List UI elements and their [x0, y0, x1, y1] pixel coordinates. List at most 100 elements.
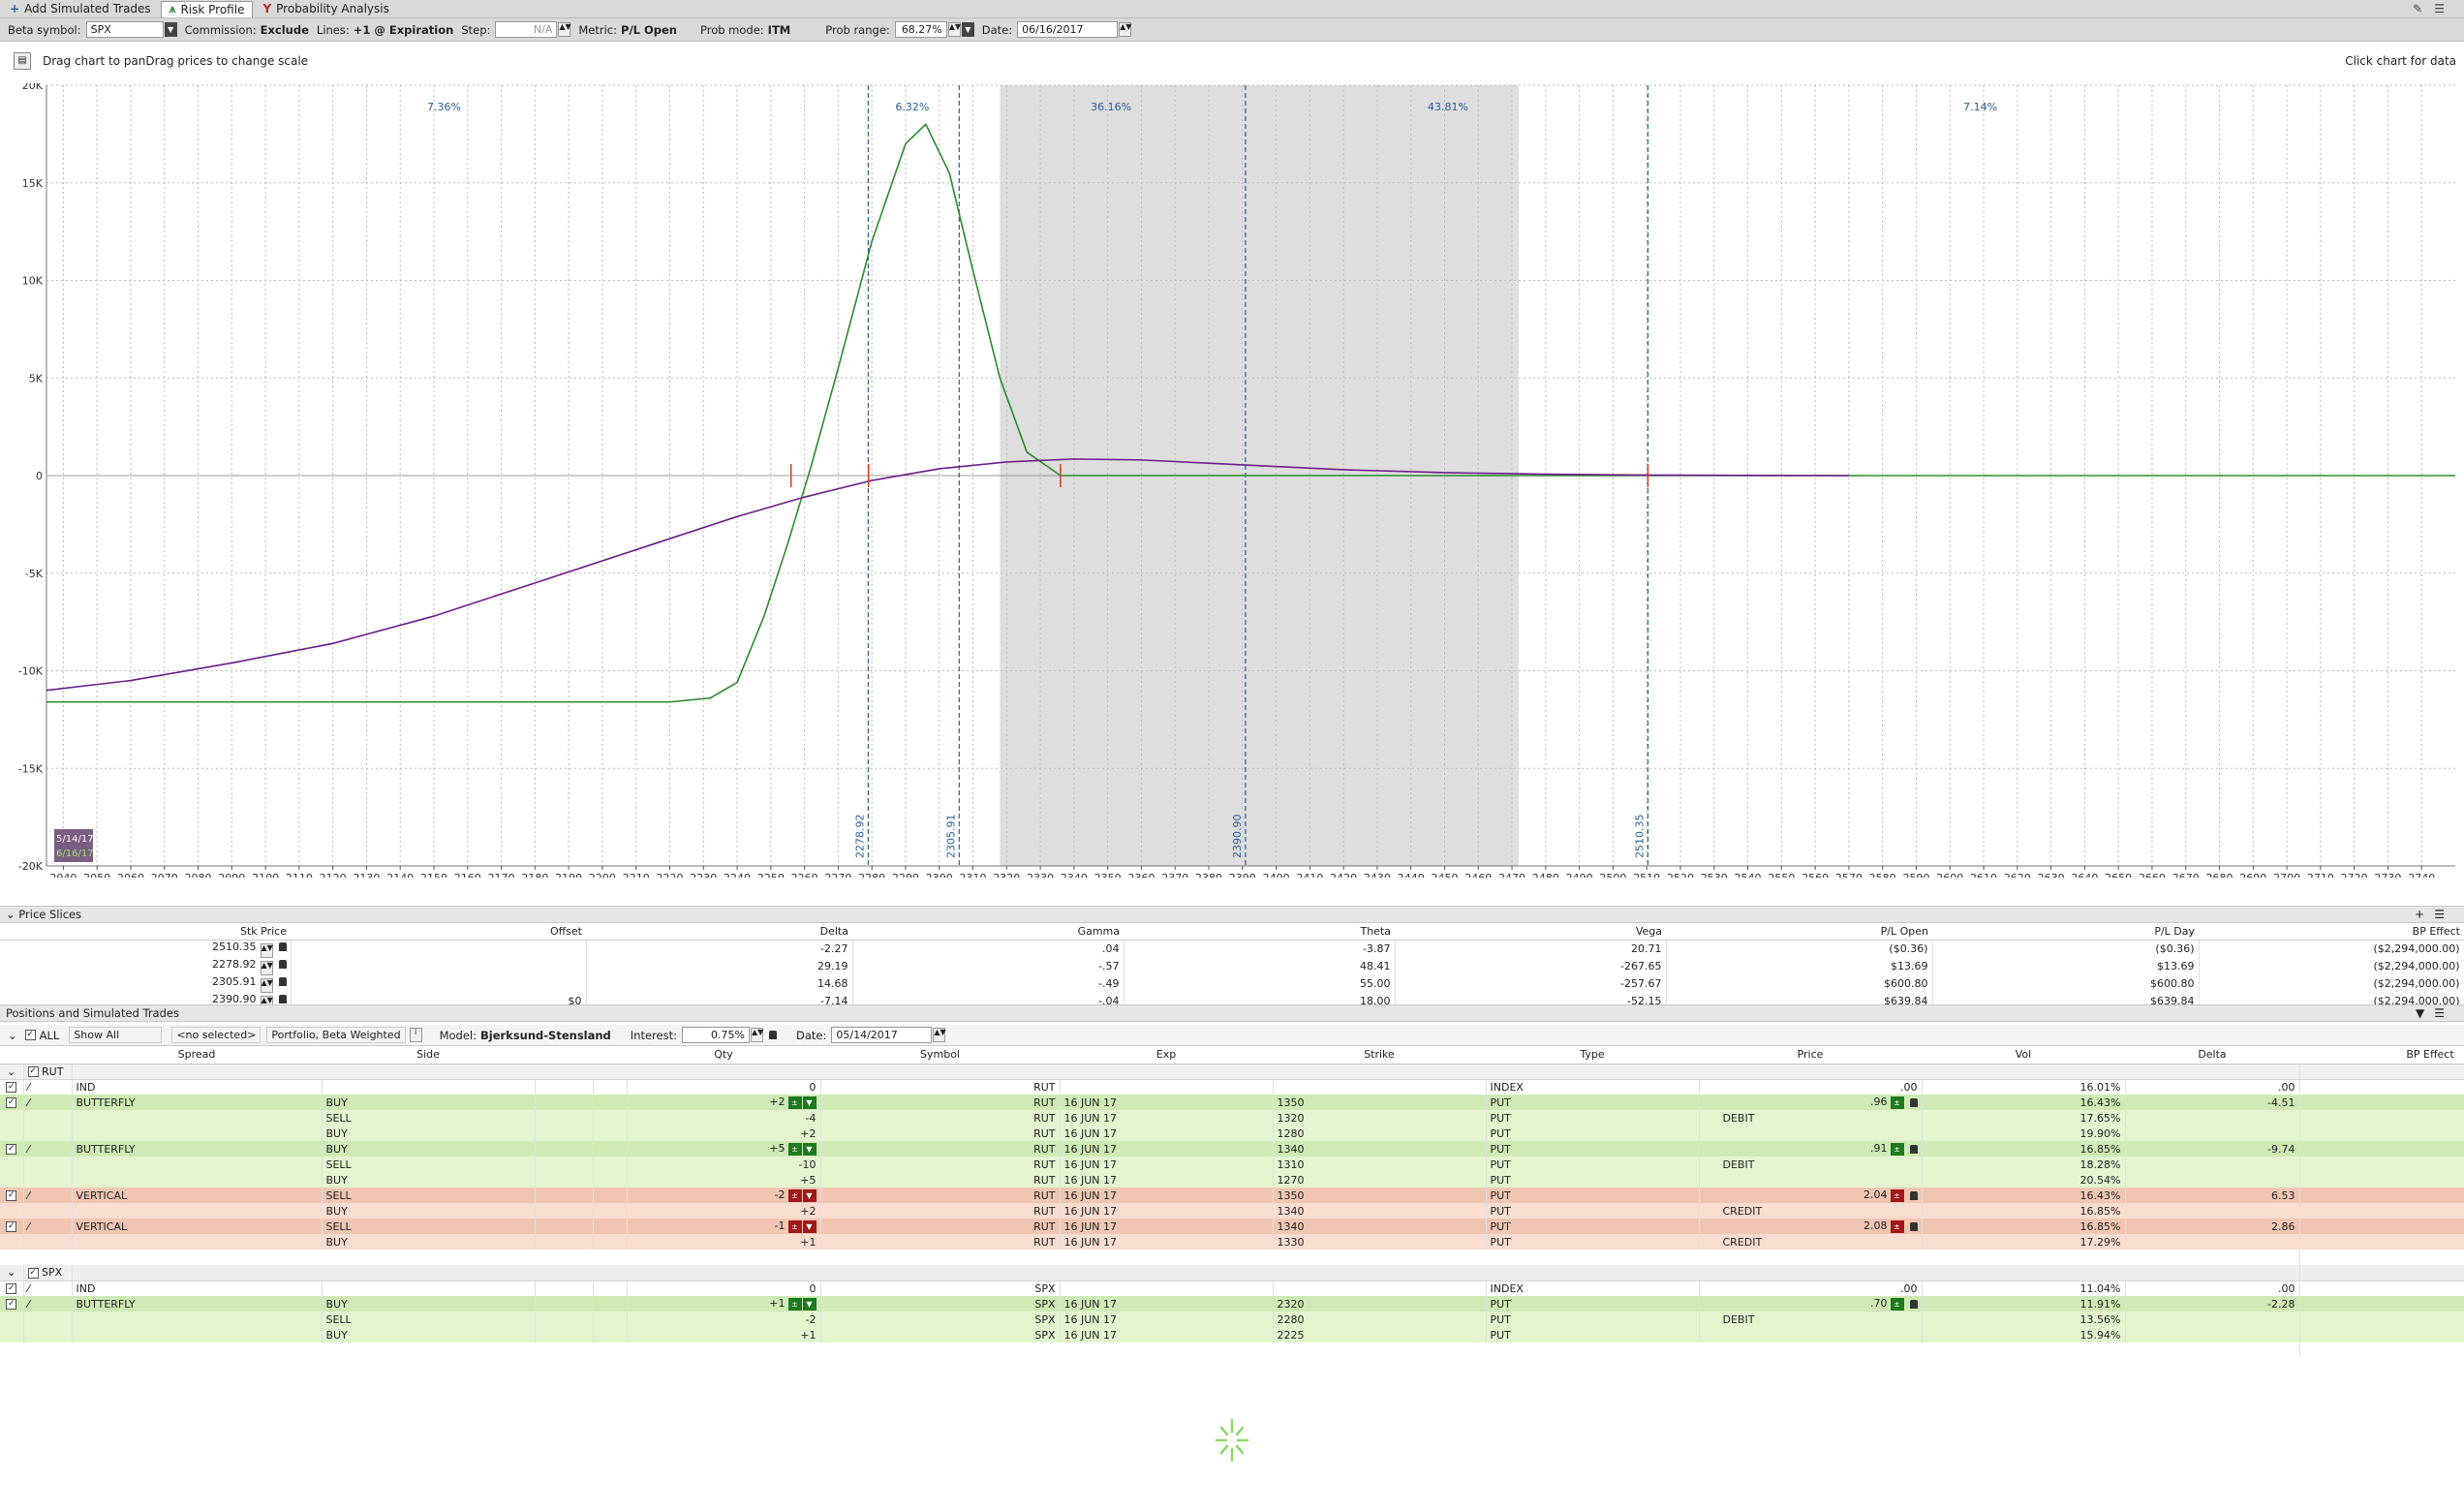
qty-value[interactable]: 0	[810, 1081, 816, 1094]
stepper-icon[interactable]: ▲▼	[260, 977, 273, 993]
exp-cell[interactable]: 16 JUN 17	[1060, 1311, 1274, 1327]
commission-control[interactable]: Commission: Exclude	[185, 23, 309, 37]
column-header[interactable]: BP Effect	[2199, 924, 2464, 941]
side-cell[interactable]: SELL	[322, 1311, 536, 1327]
tab-risk-profile[interactable]: ⩚ Risk Profile	[160, 0, 254, 17]
lock-icon[interactable]	[278, 977, 287, 986]
exp-cell[interactable]: 16 JUN 17	[1060, 1095, 1274, 1110]
column-header[interactable]: Offset	[291, 924, 586, 941]
row-checkbox-cell[interactable]	[0, 1126, 24, 1141]
price-cell[interactable]: DEBIT	[1699, 1311, 1923, 1327]
price-stepper[interactable]: ±	[1890, 1219, 1904, 1233]
column-header[interactable]: Theta	[1124, 924, 1395, 941]
price-cell[interactable]: DEBIT	[1699, 1157, 1923, 1172]
price-cell[interactable]: CREDIT	[1699, 1203, 1923, 1219]
group-checkbox-cell[interactable]: ✓ RUT	[23, 1064, 73, 1080]
slice-value-cell[interactable]	[291, 974, 587, 993]
qty-stepper[interactable]: ±	[787, 1142, 802, 1156]
commission-value[interactable]: Exclude	[261, 23, 309, 37]
add-slice-icon[interactable]: +	[2415, 908, 2434, 921]
price-cell[interactable]: DEBIT	[1699, 1110, 1923, 1126]
collapse-icon[interactable]: ⌄	[0, 1064, 24, 1080]
chevron-down-icon[interactable]: ▼	[802, 1142, 816, 1156]
strike-cell[interactable]: 1320	[1273, 1110, 1487, 1126]
price-cell[interactable]	[1699, 1172, 1923, 1188]
qty-cell[interactable]: +2	[627, 1203, 821, 1219]
stepper-icon[interactable]: ▲▼	[947, 22, 961, 37]
exp-cell[interactable]: 16 JUN 17	[1060, 1141, 1274, 1157]
exp-cell[interactable]: 16 JUN 17	[1060, 1172, 1274, 1188]
analyze-toggle-icon[interactable]: ⁄	[23, 1296, 73, 1311]
exp-cell[interactable]	[1060, 1281, 1274, 1296]
chevron-down-icon[interactable]: ▼	[164, 22, 177, 37]
chart-settings-icon[interactable]: ▤	[14, 52, 31, 70]
qty-value[interactable]: +2	[800, 1127, 816, 1140]
exp-cell[interactable]: 16 JUN 17	[1060, 1219, 1274, 1234]
qty-value[interactable]: -1	[775, 1219, 785, 1232]
strike-cell[interactable]	[1273, 1079, 1487, 1095]
qty-cell[interactable]: 0	[627, 1281, 821, 1296]
column-header[interactable]: Gamma	[852, 924, 1124, 941]
slice-price-cell[interactable]: 2510.35 ▲▼	[0, 940, 292, 958]
lock-icon[interactable]	[1909, 1299, 1918, 1309]
qty-value[interactable]: +5	[769, 1142, 785, 1155]
row-checkbox[interactable]: ✓	[6, 1082, 17, 1094]
lock-icon[interactable]	[769, 1031, 777, 1039]
qty-value[interactable]: -2	[806, 1313, 816, 1326]
row-checkbox[interactable]: ✓	[6, 1190, 17, 1201]
qty-stepper[interactable]: ±	[787, 1095, 802, 1109]
exp-cell[interactable]: 16 JUN 17	[1060, 1296, 1274, 1311]
lock-icon[interactable]	[1909, 1097, 1918, 1107]
row-checkbox-cell[interactable]: ✓	[0, 1095, 24, 1110]
lines-value[interactable]: +1 @ Expiration	[354, 23, 454, 37]
column-header[interactable]: Side	[322, 1046, 535, 1065]
price-cell[interactable]: .00	[1699, 1281, 1923, 1296]
strike-cell[interactable]: 2225	[1273, 1327, 1487, 1342]
price-slice-row[interactable]: 2278.92 ▲▼ 29.19 -.57 48.41 -267.65 $13.69 $13.…	[0, 957, 2464, 975]
column-header[interactable]: Stk Price	[0, 924, 291, 941]
strike-cell[interactable]: 1350	[1273, 1188, 1487, 1203]
row-checkbox-cell[interactable]	[0, 1172, 24, 1188]
qty-value[interactable]: +1	[769, 1297, 785, 1310]
chevron-down-icon[interactable]: ▼	[802, 1188, 816, 1202]
qty-cell[interactable]: 0	[627, 1079, 821, 1095]
stepper-icon[interactable]: ▲▼	[260, 942, 273, 958]
chevron-down-icon[interactable]: ⌄	[8, 1029, 17, 1042]
lock-icon[interactable]	[278, 995, 287, 1003]
price-value[interactable]: .96	[1870, 1095, 1888, 1108]
positions-date-field[interactable]: 05/14/2017	[831, 1027, 933, 1043]
gear-icon[interactable]: ⚙	[2299, 1064, 2464, 1080]
qty-cell[interactable]: -10	[627, 1157, 821, 1172]
analyze-toggle-icon[interactable]: ⁄	[23, 1188, 73, 1203]
qty-cell[interactable]: +2 ± ▼	[627, 1095, 821, 1110]
column-header[interactable]: P/L Open	[1666, 924, 1932, 941]
side-cell[interactable]: BUY	[322, 1172, 536, 1188]
strike-cell[interactable]: 2280	[1273, 1311, 1487, 1327]
slice-price[interactable]: 2510.35	[212, 941, 257, 953]
position-row[interactable]: ✓ ⁄ VERTICAL SELL -2 ± ▼ RUT 16 JUN 17 1350 PUT 2.0…	[0, 1188, 2464, 1203]
column-header[interactable]: Qty	[627, 1046, 820, 1065]
position-row[interactable]: BUY +5 RUT16 JUN 171270PUT 20.54% -	[0, 1172, 2464, 1188]
row-checkbox-cell[interactable]: ✓	[0, 1188, 24, 1203]
side-cell[interactable]: BUY	[322, 1141, 536, 1157]
row-checkbox-cell[interactable]: ✓	[0, 1141, 24, 1157]
column-header[interactable]: Strike	[1273, 1046, 1486, 1065]
side-cell[interactable]	[322, 1079, 536, 1095]
date-field[interactable]: 06/16/2017	[1017, 21, 1119, 38]
row-checkbox[interactable]: ✓	[6, 1097, 17, 1108]
analyze-toggle-icon[interactable]: ⁄	[23, 1095, 73, 1110]
column-header[interactable]: Exp	[1060, 1046, 1273, 1065]
risk-profile-chart[interactable]: 2040 2050 2060 2070 2080 2090 2100 2110 2120 2130…	[0, 83, 2464, 878]
exp-cell[interactable]	[1060, 1079, 1274, 1095]
side-cell[interactable]: SELL	[322, 1219, 536, 1234]
slice-price[interactable]: 2278.92	[212, 958, 257, 971]
price-cell[interactable]	[1699, 1126, 1923, 1141]
price-value[interactable]: .91	[1870, 1142, 1888, 1155]
metric-control[interactable]: Metric: P/L Open	[578, 23, 677, 37]
qty-cell[interactable]: -4	[627, 1110, 821, 1126]
slice-price[interactable]: 2305.91	[212, 975, 257, 988]
column-header[interactable]: Price	[1699, 1046, 1922, 1065]
position-row[interactable]: SELL -10 RUT16 JUN 171310PUT DEBIT 18.28% -	[0, 1157, 2464, 1172]
column-header[interactable]: Vega	[1395, 924, 1666, 941]
row-checkbox-cell[interactable]: ✓	[0, 1219, 24, 1234]
